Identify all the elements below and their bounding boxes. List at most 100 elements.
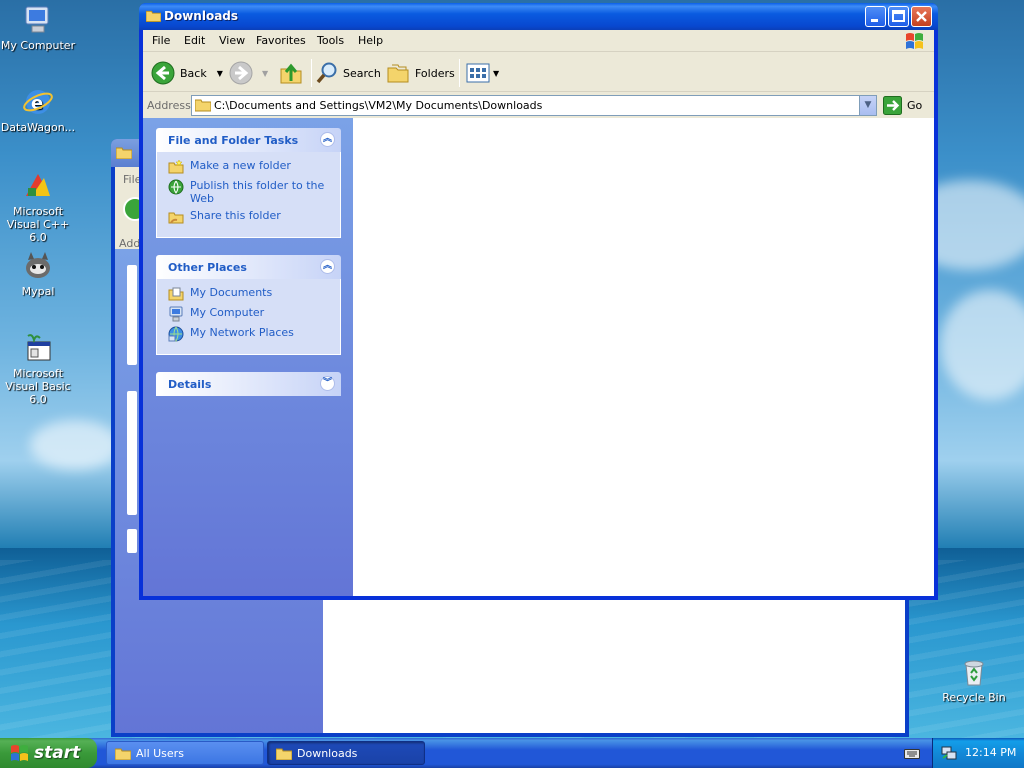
address-label: Address: [147, 99, 191, 112]
desktop-icon-recycle-bin[interactable]: Recycle Bin: [934, 656, 1014, 704]
place-label: My Computer: [190, 306, 265, 319]
views-dropdown-icon: ▼: [493, 68, 500, 78]
toolbar-separator: [311, 59, 312, 87]
folders-button[interactable]: Folders: [386, 60, 455, 86]
window-titlebar[interactable]: Downloads: [139, 3, 938, 30]
cloud: [30, 420, 120, 470]
go-button[interactable]: Go: [883, 96, 922, 115]
panel-title: File and Folder Tasks: [168, 134, 299, 147]
go-arrow-icon: [883, 96, 902, 115]
chevron-down-icon: ▼: [864, 100, 872, 110]
back-button[interactable]: Back ▼: [151, 60, 223, 86]
desktop-icon-label: Microsoft Visual C++ 6.0: [6, 205, 70, 244]
panel-header[interactable]: Other Places ︽: [156, 255, 341, 279]
folder-icon: [146, 10, 161, 22]
maximize-icon: [892, 10, 905, 22]
windows-logo-icon: [906, 33, 923, 49]
place-my-documents[interactable]: My Documents: [168, 286, 330, 302]
views-button[interactable]: ▼: [466, 60, 499, 86]
views-icon: [466, 63, 490, 83]
taskbar-button-label: Downloads: [297, 746, 358, 760]
chevron-up-icon[interactable]: ︽: [320, 132, 335, 147]
network-icon[interactable]: [941, 746, 957, 761]
desktop-icon-my-computer[interactable]: My Computer: [0, 4, 78, 52]
background-panel: [127, 265, 137, 365]
back-arrow-icon: [151, 61, 175, 85]
cloud: [940, 290, 1024, 400]
publish-web-icon: [168, 179, 184, 195]
taskbar-button-all-users[interactable]: All Users: [106, 741, 264, 765]
clock[interactable]: 12:14 PM: [965, 746, 1016, 759]
task-share-folder[interactable]: Share this folder: [168, 209, 330, 225]
close-button[interactable]: [911, 6, 932, 27]
task-publish-folder-to-web[interactable]: Publish this folder to the Web: [168, 179, 330, 205]
desktop-icon-mypal[interactable]: Mypal: [0, 250, 78, 298]
task-make-new-folder[interactable]: Make a new folder: [168, 159, 330, 175]
folder-icon: [276, 748, 292, 760]
place-my-computer[interactable]: My Computer: [168, 306, 330, 322]
my-computer-icon: [169, 306, 183, 322]
panel-header[interactable]: File and Folder Tasks ︽: [156, 128, 341, 152]
share-folder-icon: [168, 212, 184, 224]
recycle-bin-icon: [958, 656, 990, 688]
taskbar: start All Users Downloads 12:14 PM: [0, 738, 1024, 768]
panel-header[interactable]: Details ︾: [156, 372, 341, 396]
folders-icon: [387, 64, 409, 83]
task-label: Make a new folder: [190, 159, 291, 172]
task-label: Share this folder: [190, 209, 281, 222]
network-places-icon: [168, 326, 184, 342]
my-documents-icon: [168, 287, 184, 301]
search-button[interactable]: Search: [315, 60, 381, 86]
address-input[interactable]: C:\Documents and Settings\VM2\My Documen…: [191, 95, 877, 116]
desktop-icon-datawagon[interactable]: e DataWagon...: [0, 86, 78, 134]
windows-logo-icon: [11, 745, 28, 761]
menu-help[interactable]: Help: [358, 34, 383, 47]
background-panel: [127, 529, 137, 553]
up-folder-button[interactable]: [279, 60, 303, 86]
panel-body: My Documents My Computer My Network Plac…: [156, 279, 341, 355]
system-tray: 12:14 PM: [932, 738, 1024, 768]
up-folder-icon: [280, 63, 302, 84]
mypal-icon: [22, 250, 54, 282]
taskbar-button-downloads[interactable]: Downloads: [267, 741, 425, 765]
place-my-network-places[interactable]: My Network Places: [168, 326, 330, 342]
back-dropdown-icon[interactable]: ▼: [217, 69, 223, 78]
background-panel: [127, 391, 137, 515]
minimize-button[interactable]: [865, 6, 886, 27]
desktop-icon-visual-basic[interactable]: Microsoft Visual Basic 6.0: [0, 332, 78, 406]
taskbar-button-label: All Users: [136, 746, 184, 760]
menu-view[interactable]: View: [219, 34, 245, 47]
chevron-up-icon[interactable]: ︽: [320, 259, 335, 274]
visual-cpp-icon: [22, 170, 54, 202]
toolbar: Back ▼ ▼ Search Folders ▼: [143, 52, 934, 92]
address-bar: Address C:\Documents and Settings\VM2\My…: [143, 92, 934, 118]
desktop-icon-label: DataWagon...: [0, 121, 76, 134]
panel-body: Make a new folder Publish this folder to…: [156, 152, 341, 238]
maximize-button[interactable]: [888, 6, 909, 27]
place-label: My Network Places: [190, 326, 294, 339]
back-label: Back: [180, 66, 207, 80]
forward-dropdown-icon[interactable]: ▼: [262, 69, 268, 78]
place-label: My Documents: [190, 286, 273, 299]
desktop-icon-visual-cpp[interactable]: Microsoft Visual C++ 6.0: [0, 170, 78, 244]
start-button[interactable]: start: [0, 738, 97, 768]
forward-button[interactable]: ▼: [229, 60, 268, 86]
address-dropdown-button[interactable]: ▼: [859, 96, 876, 115]
menu-tools[interactable]: Tools: [317, 34, 344, 47]
search-icon: [316, 62, 337, 84]
visual-basic-icon: [22, 332, 54, 364]
chevron-down-icon[interactable]: ︾: [320, 376, 335, 391]
menu-file[interactable]: File: [152, 34, 170, 47]
desktop-icon-label: Mypal: [21, 285, 55, 298]
new-folder-icon: [168, 159, 184, 174]
folder-icon: [116, 147, 132, 159]
panel-title: Other Places: [168, 261, 247, 274]
keyboard-icon[interactable]: [904, 747, 920, 760]
desktop-icon-label: My Computer: [0, 39, 76, 52]
explorer-window-downloads[interactable]: Downloads File Edit View Favorites Tools…: [139, 3, 938, 600]
menu-edit[interactable]: Edit: [184, 34, 205, 47]
minimize-icon: [871, 19, 878, 22]
file-list-area[interactable]: [353, 118, 934, 596]
menu-favorites[interactable]: Favorites: [256, 34, 306, 47]
my-computer-icon: [22, 4, 54, 36]
